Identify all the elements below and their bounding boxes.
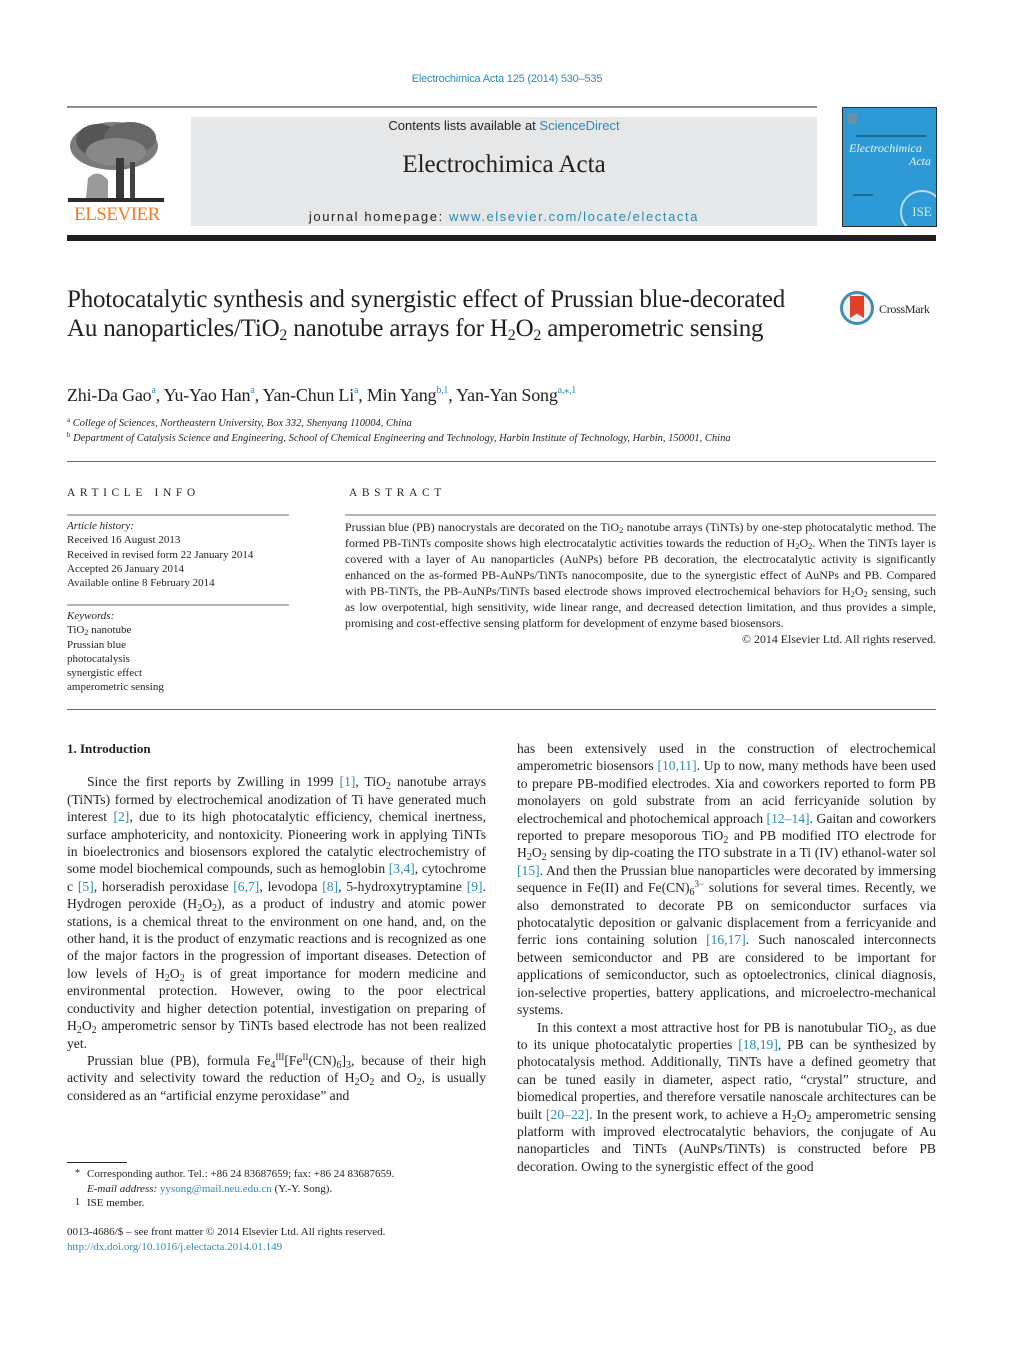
keyword-item: TiO2 nanotube xyxy=(67,624,132,638)
paragraph: Prussian blue (PB), formula Fe4III[FeII(… xyxy=(67,1051,487,1103)
issn-line: 0013-4686/$ – see front matter © 2014 El… xyxy=(67,1226,386,1238)
author[interactable]: Yan-Yan Songa,⁎,1 xyxy=(456,385,576,405)
section-heading-introduction: 1. Introduction xyxy=(67,741,151,756)
affiliation-a: a College of Sciences, Northeastern Univ… xyxy=(67,416,412,430)
history-item: Received in revised form 22 January 2014 xyxy=(67,548,254,561)
keyword-item: photocatalysis xyxy=(67,652,130,665)
citation-link[interactable]: [2] xyxy=(113,809,129,824)
elsevier-logo[interactable]: ELSEVIER xyxy=(66,116,168,228)
journal-title: Electrochimica Acta xyxy=(402,151,606,178)
journal-cover-thumbnail[interactable]: Electrochimica Acta ISE xyxy=(842,107,937,227)
citation-link[interactable]: [20–22] xyxy=(546,1107,589,1122)
citation-link[interactable]: [12–14] xyxy=(767,811,810,826)
author-list: Zhi-Da Gaoa, Yu-Yao Hana, Yan-Chun Lia, … xyxy=(67,385,577,405)
body-divider xyxy=(67,709,936,710)
body-column-left: 1. Introduction Since the first reports … xyxy=(67,740,486,1104)
history-item: Accepted 26 January 2014 xyxy=(67,562,184,575)
journal-reference-link[interactable]: Electrochimica Acta 125 (2014) 530–535 xyxy=(0,73,1014,85)
homepage-label: journal homepage: xyxy=(308,209,450,224)
abstract-text: Prussian blue (PB) nanocrystals are deco… xyxy=(345,520,937,646)
keyword-item: amperometric sensing xyxy=(67,681,164,694)
top-divider xyxy=(67,106,817,108)
contents-prefix: Contents lists available at xyxy=(388,118,540,133)
homepage-link[interactable]: www.elsevier.com/locate/electacta xyxy=(449,209,699,224)
doi-link[interactable]: http://dx.doi.org/10.1016/j.electacta.20… xyxy=(67,1241,282,1253)
abstract-divider xyxy=(345,514,936,516)
footnotes: * Corresponding author. Tel.: +86 24 8368… xyxy=(67,1167,486,1211)
affiliation-b: b Department of Catalysis Science and En… xyxy=(67,431,731,445)
citation-link[interactable]: [8] xyxy=(322,879,338,894)
author-divider xyxy=(67,461,936,462)
email-link[interactable]: yysong@mail.neu.edu.cn xyxy=(160,1183,272,1195)
journal-header-band: Contents lists available at ScienceDirec… xyxy=(191,117,817,226)
history-label: Article history: xyxy=(67,520,134,532)
keywords: Keywords: TiO2 nanotube Prussian blue ph… xyxy=(67,609,164,695)
cover-title-2: Acta xyxy=(909,154,931,168)
keywords-divider xyxy=(67,604,289,606)
keyword-item: synergistic effect xyxy=(67,667,143,680)
elsevier-tree-icon xyxy=(68,118,164,206)
citation-link[interactable]: [3,4] xyxy=(389,861,415,876)
author[interactable]: Min Yangb,1 xyxy=(367,385,449,405)
cover-publisher-icon xyxy=(848,113,857,124)
cover-subtitle-line xyxy=(856,135,926,137)
citation-link[interactable]: [6,7] xyxy=(233,879,259,894)
abstract-copyright: © 2014 Elsevier Ltd. All rights reserved… xyxy=(742,632,936,646)
paragraph: Since the first reports by Zwilling in 1… xyxy=(67,774,487,1051)
article-info-divider xyxy=(67,514,289,516)
citation-link[interactable]: [1] xyxy=(340,774,356,789)
author[interactable]: Yan-Chun Lia xyxy=(263,385,359,405)
crossmark-label: CrossMark xyxy=(879,302,930,316)
front-matter: 0013-4686/$ – see front matter © 2014 El… xyxy=(67,1225,507,1255)
citation-link[interactable]: [15] xyxy=(517,863,540,878)
contents-line: Contents lists available at ScienceDirec… xyxy=(191,118,817,133)
sciencedirect-link[interactable]: ScienceDirect xyxy=(539,118,619,133)
footnote-email: E-mail address: yysong@mail.neu.edu.cn (… xyxy=(87,1182,333,1195)
citation-link[interactable]: [18,19] xyxy=(738,1037,778,1052)
abstract-heading: ABSTRACT xyxy=(349,487,446,499)
article-title: Photocatalytic synthesis and synergistic… xyxy=(67,286,786,344)
body-column-right: has been extensively used in the constru… xyxy=(517,740,936,1175)
ise-seal-icon: ISE xyxy=(900,190,936,226)
citation-link[interactable]: [9] xyxy=(467,879,483,894)
history-item: Available online 8 February 2014 xyxy=(67,577,215,590)
citation-link[interactable]: [5] xyxy=(78,879,94,894)
header-thick-divider xyxy=(67,235,936,241)
footnote-corresponding: * Corresponding author. Tel.: +86 24 8368… xyxy=(75,1168,395,1180)
citation-link[interactable]: [10,11] xyxy=(657,758,696,773)
footnote-divider xyxy=(67,1162,127,1163)
paragraph: In this context a most attractive host f… xyxy=(517,1019,937,1174)
author[interactable]: Zhi-Da Gaoa xyxy=(67,385,156,405)
crossmark-button[interactable]: CrossMark xyxy=(840,291,940,329)
keywords-label: Keywords: xyxy=(67,610,115,622)
keyword-item: Prussian blue xyxy=(67,638,126,651)
footnote-ise: 1 ISE member. xyxy=(75,1197,145,1209)
journal-homepage: journal homepage: www.elsevier.com/locat… xyxy=(191,209,817,224)
article-info-heading: ARTICLE INFO xyxy=(67,487,200,499)
author[interactable]: Yu-Yao Hana xyxy=(164,385,255,405)
publisher-name: ELSEVIER xyxy=(74,204,160,225)
paragraph: has been extensively used in the constru… xyxy=(517,741,937,1018)
history-item: Received 16 August 2013 xyxy=(67,534,181,547)
cover-detail-line xyxy=(853,194,873,196)
article-history: Article history: Received 16 August 2013… xyxy=(67,519,253,590)
citation-link[interactable]: [16,17] xyxy=(706,932,746,947)
